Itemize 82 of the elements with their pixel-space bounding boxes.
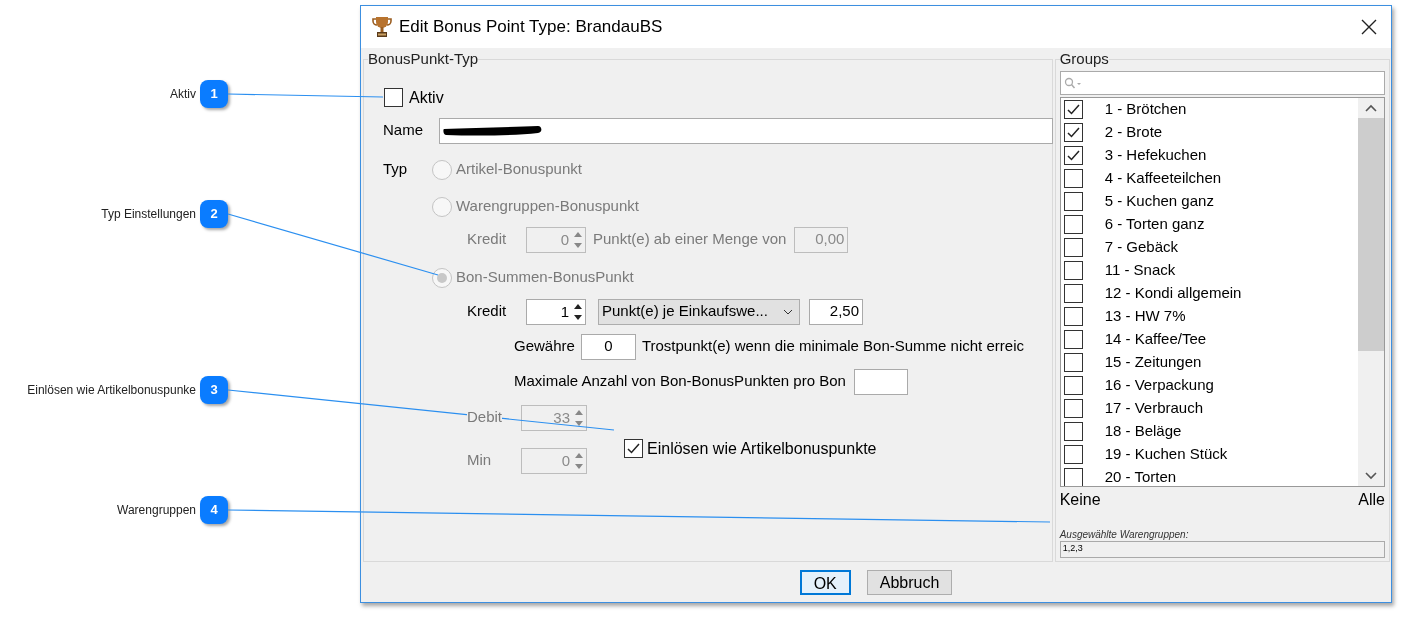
checkbox[interactable] bbox=[1063, 260, 1083, 280]
field-label: Kredit bbox=[467, 301, 508, 322]
field-label: Trostpunkt(e) wenn die minimale Bon-Summe nicht erreic bbox=[641, 336, 1024, 357]
dropdown[interactable]: Punkt(e) je Einkaufswe... bbox=[598, 298, 800, 325]
list-item[interactable]: 7 - Gebäck bbox=[1104, 235, 1179, 259]
checkbox[interactable] bbox=[1063, 352, 1083, 372]
list-item[interactable]: 13 - HW 7% bbox=[1104, 304, 1186, 328]
checkbox[interactable] bbox=[1063, 306, 1083, 326]
chevron-down-icon bbox=[783, 308, 793, 315]
input-field: 1,2,3 bbox=[1059, 540, 1385, 558]
input-field[interactable]: 2,50 bbox=[809, 298, 863, 325]
close-icon[interactable] bbox=[1361, 19, 1377, 35]
panel-legend: BonusPunkt-Typ bbox=[368, 48, 479, 71]
callout-badge: 3 bbox=[200, 376, 228, 404]
callout-badge: 1 bbox=[200, 80, 228, 108]
field-label: Maximale Anzahl von Bon-BonusPunkten pro Bon bbox=[514, 371, 846, 392]
radio-label: Warengruppen-Bonuspunkt bbox=[456, 196, 639, 217]
checkbox[interactable] bbox=[1063, 237, 1083, 257]
list-item[interactable]: 14 - Kaffee/Tee bbox=[1104, 327, 1207, 351]
name-field[interactable] bbox=[439, 117, 1053, 144]
panel-legend: Groups bbox=[1059, 48, 1109, 71]
callout-badge: 4 bbox=[200, 496, 228, 524]
field-label: Typ bbox=[383, 159, 409, 180]
field-label: Name bbox=[383, 120, 424, 141]
dialog-button[interactable]: Abbruch bbox=[866, 569, 953, 595]
dialog-button[interactable]: OK bbox=[799, 569, 851, 595]
callout-label: Typ Einstellungen bbox=[101, 206, 196, 222]
callout-badge: 2 bbox=[200, 200, 228, 228]
list-item[interactable]: 1 - Brötchen bbox=[1104, 97, 1187, 121]
list-item[interactable]: 16 - Verpackung bbox=[1104, 373, 1214, 397]
list-item[interactable]: 2 - Brote bbox=[1104, 120, 1163, 144]
callout-label: Warengruppen bbox=[117, 502, 196, 518]
list-item[interactable]: 15 - Zeitungen bbox=[1104, 350, 1202, 374]
list-item[interactable]: 12 - Kondi allgemein bbox=[1104, 281, 1242, 305]
field-label: Ausgewählte Warengruppen: bbox=[1059, 527, 1190, 541]
checkbox[interactable] bbox=[1063, 398, 1083, 418]
list-item[interactable]: 18 - Beläge bbox=[1104, 419, 1182, 443]
trophy-icon bbox=[371, 15, 393, 39]
list-item[interactable]: 3 - Hefekuchen bbox=[1104, 143, 1207, 167]
list-item[interactable]: 17 - Verbrauch bbox=[1104, 396, 1204, 420]
chevron-down-icon[interactable] bbox=[1365, 471, 1377, 480]
list-item[interactable]: 4 - Kaffeeteilchen bbox=[1104, 166, 1222, 190]
list-item[interactable]: 6 - Torten ganz bbox=[1104, 212, 1205, 236]
checkbox[interactable] bbox=[1063, 467, 1083, 486]
checkbox[interactable] bbox=[1063, 214, 1083, 234]
field-label: Kredit bbox=[467, 229, 508, 250]
window-title: Edit Bonus Point Type: BrandauBS bbox=[399, 16, 663, 39]
checkbox[interactable] bbox=[1063, 444, 1083, 464]
checkbox[interactable] bbox=[384, 88, 403, 107]
callout-label: Aktiv bbox=[170, 86, 196, 102]
checkbox[interactable] bbox=[1063, 375, 1083, 395]
checkbox[interactable] bbox=[1063, 191, 1083, 211]
checkbox[interactable] bbox=[1063, 145, 1083, 165]
checkbox[interactable] bbox=[1063, 168, 1083, 188]
checkbox[interactable] bbox=[1063, 99, 1083, 119]
checkbox[interactable] bbox=[1063, 421, 1083, 441]
link[interactable]: Keine bbox=[1059, 487, 1101, 512]
input-field[interactable] bbox=[853, 368, 908, 395]
scrollbar-thumb[interactable] bbox=[1358, 117, 1384, 351]
link[interactable]: Alle bbox=[1358, 487, 1385, 512]
list-item[interactable]: 19 - Kuchen Stück bbox=[1104, 442, 1228, 466]
callout-label: Einlösen wie Artikelbonuspunke bbox=[27, 382, 196, 398]
list-item[interactable]: 20 - Torten bbox=[1104, 465, 1177, 486]
checkbox[interactable] bbox=[1063, 329, 1083, 349]
checkbox[interactable] bbox=[1063, 122, 1083, 142]
spinner-field[interactable]: 1 bbox=[526, 298, 586, 325]
field-label: Punkt(e) ab einer Menge von bbox=[593, 229, 787, 250]
checkbox[interactable] bbox=[1063, 283, 1083, 303]
radio-label: Bon-Summen-BonusPunkt bbox=[456, 267, 634, 288]
input-field[interactable]: 0 bbox=[580, 333, 636, 360]
search-icon bbox=[1063, 76, 1082, 89]
field-label: Gewähre bbox=[514, 336, 575, 357]
checkbox-label: Aktiv bbox=[409, 87, 444, 108]
checkbox-label: Einlösen wie Artikelbonuspunkte bbox=[647, 438, 877, 459]
radio-label: Artikel-Bonuspunkt bbox=[456, 159, 582, 180]
checkbox[interactable] bbox=[624, 439, 643, 458]
chevron-up-icon[interactable] bbox=[1365, 103, 1377, 112]
search-field[interactable] bbox=[1059, 70, 1385, 95]
scrollbar[interactable] bbox=[1358, 97, 1384, 486]
list-item[interactable]: 11 - Snack bbox=[1104, 258, 1176, 282]
field-label: Min bbox=[467, 450, 493, 471]
list-item[interactable]: 5 - Kuchen ganz bbox=[1104, 189, 1214, 213]
